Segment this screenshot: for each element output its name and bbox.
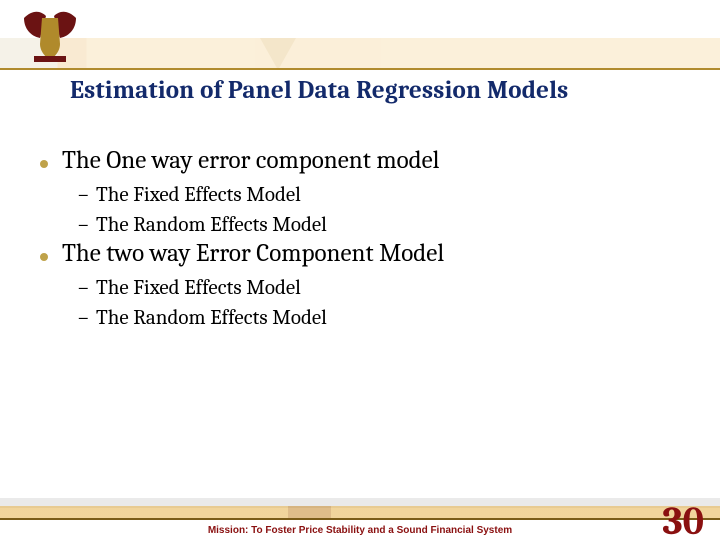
bullet-text: The two way Error Component Model: [62, 239, 444, 268]
bottom-bar: Mission: To Foster Price Stability and a…: [0, 492, 720, 540]
dash-icon: –: [78, 181, 90, 209]
top-stripe-bg: [0, 0, 720, 38]
crest-logo: [18, 4, 82, 68]
slide-body: The One way error component model – The …: [40, 146, 680, 332]
slide: Estimation of Panel Data Regression Mode…: [0, 0, 720, 540]
slide-title: Estimation of Panel Data Regression Mode…: [70, 76, 680, 105]
bottom-divider-line: [0, 518, 720, 520]
dash-icon: –: [78, 274, 90, 302]
list-item: – The Fixed Effects Model: [78, 274, 680, 302]
crest-icon: [18, 4, 82, 68]
bullet-dot-icon: [40, 253, 48, 261]
list-item: – The Fixed Effects Model: [78, 181, 680, 209]
sub-bullet-text: The Random Effects Model: [96, 304, 327, 332]
top-accent-band: [0, 38, 720, 70]
list-item: – The Random Effects Model: [78, 304, 680, 332]
mission-text: Mission: To Foster Price Stability and a…: [0, 525, 720, 536]
top-bar: [0, 0, 720, 72]
sub-bullet-text: The Fixed Effects Model: [96, 181, 301, 209]
sublist: – The Fixed Effects Model – The Random E…: [78, 274, 680, 332]
sub-bullet-text: The Fixed Effects Model: [96, 274, 301, 302]
page-number: 30: [662, 498, 704, 540]
top-divider-line: [0, 68, 720, 70]
bottom-accent-band: [0, 506, 720, 518]
sublist: – The Fixed Effects Model – The Random E…: [78, 181, 680, 239]
list-item: – The Random Effects Model: [78, 211, 680, 239]
list-item: The two way Error Component Model: [40, 239, 680, 268]
list-item: The One way error component model: [40, 146, 680, 175]
dash-icon: –: [78, 304, 90, 332]
dash-icon: –: [78, 211, 90, 239]
bullet-text: The One way error component model: [62, 146, 439, 175]
bullet-dot-icon: [40, 160, 48, 168]
sub-bullet-text: The Random Effects Model: [96, 211, 327, 239]
